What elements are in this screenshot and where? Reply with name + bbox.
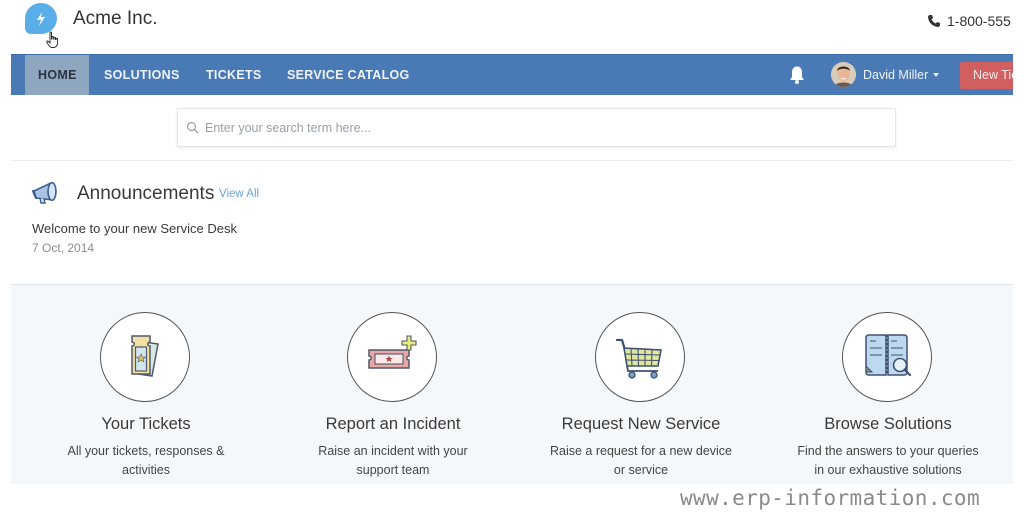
nav-item-tickets[interactable]: TICKETS [193, 55, 275, 95]
brand-name: Acme Inc. [73, 8, 158, 29]
tile-description: All your tickets, responses & activities [67, 444, 225, 477]
tile-title: Your Tickets [101, 415, 191, 433]
tile-icon-circle [595, 312, 685, 402]
nav-item-solutions[interactable]: SOLUTIONS [91, 55, 193, 95]
phone-number: 1-800-555 [947, 13, 1011, 29]
new-ticket-button[interactable]: New Ticket [960, 62, 1013, 89]
tile-title: Request New Service [561, 415, 721, 433]
tile-icon-circle [347, 312, 437, 402]
user-photo-icon [831, 62, 856, 87]
tile-your-tickets[interactable]: Your Tickets All your tickets, responses… [21, 285, 271, 484]
logo[interactable] [25, 3, 57, 34]
lightning-bolt-icon [37, 11, 45, 26]
bell-icon[interactable] [788, 65, 806, 85]
chevron-down-icon[interactable] [933, 73, 939, 77]
view-all-link[interactable]: View All [219, 188, 259, 200]
search-icon [186, 121, 199, 134]
book-search-icon [865, 334, 912, 377]
tile-browse-solutions[interactable]: Browse Solutions Find the answers to you… [763, 285, 1013, 484]
search-box [177, 108, 896, 147]
tile-title: Browse Solutions [824, 415, 952, 433]
tickets-icon [131, 335, 159, 377]
user-menu[interactable]: David Miller [863, 55, 928, 95]
nav-item-service-catalog[interactable]: SERVICE CATALOG [274, 55, 423, 95]
tile-description: Raise an incident with your support team [318, 444, 468, 477]
tile-description: Raise a request for a new device or serv… [549, 444, 733, 477]
tile-icon-circle [842, 312, 932, 402]
announcement-message[interactable]: Welcome to your new Service Desk [32, 221, 237, 236]
phone-contact: 1-800-555 [927, 13, 1011, 29]
megaphone-icon [31, 181, 57, 204]
top-bar: Acme Inc. 1-800-555 [0, 0, 1024, 54]
page: Acme Inc. 1-800-555 HOME SOLUTIONS TICKE… [0, 0, 1024, 512]
avatar[interactable] [831, 62, 856, 87]
watermark: www.erp-information.com [680, 486, 980, 510]
tile-icon-circle [100, 312, 190, 402]
tile-report-incident[interactable]: Report an Incident Raise an incident wit… [268, 285, 518, 484]
nav-item-home[interactable]: HOME [25, 55, 89, 95]
announcements-title: Announcements [77, 183, 215, 204]
announcement-date: 7 Oct, 2014 [32, 241, 95, 255]
shopping-cart-icon [615, 338, 662, 379]
tile-description: Find the answers to your queries in our … [797, 444, 979, 477]
search-input[interactable] [205, 120, 885, 135]
hand-cursor-icon [46, 31, 58, 48]
phone-icon [928, 15, 940, 27]
quick-links: Your Tickets All your tickets, responses… [11, 285, 1013, 484]
divider [11, 160, 1013, 161]
tile-request-service[interactable]: Request New Service Raise a request for … [516, 285, 766, 484]
tile-title: Report an Incident [325, 415, 461, 433]
main-nav: HOME SOLUTIONS TICKETS SERVICE CATALOG D… [11, 54, 1013, 95]
add-ticket-icon [368, 335, 417, 369]
